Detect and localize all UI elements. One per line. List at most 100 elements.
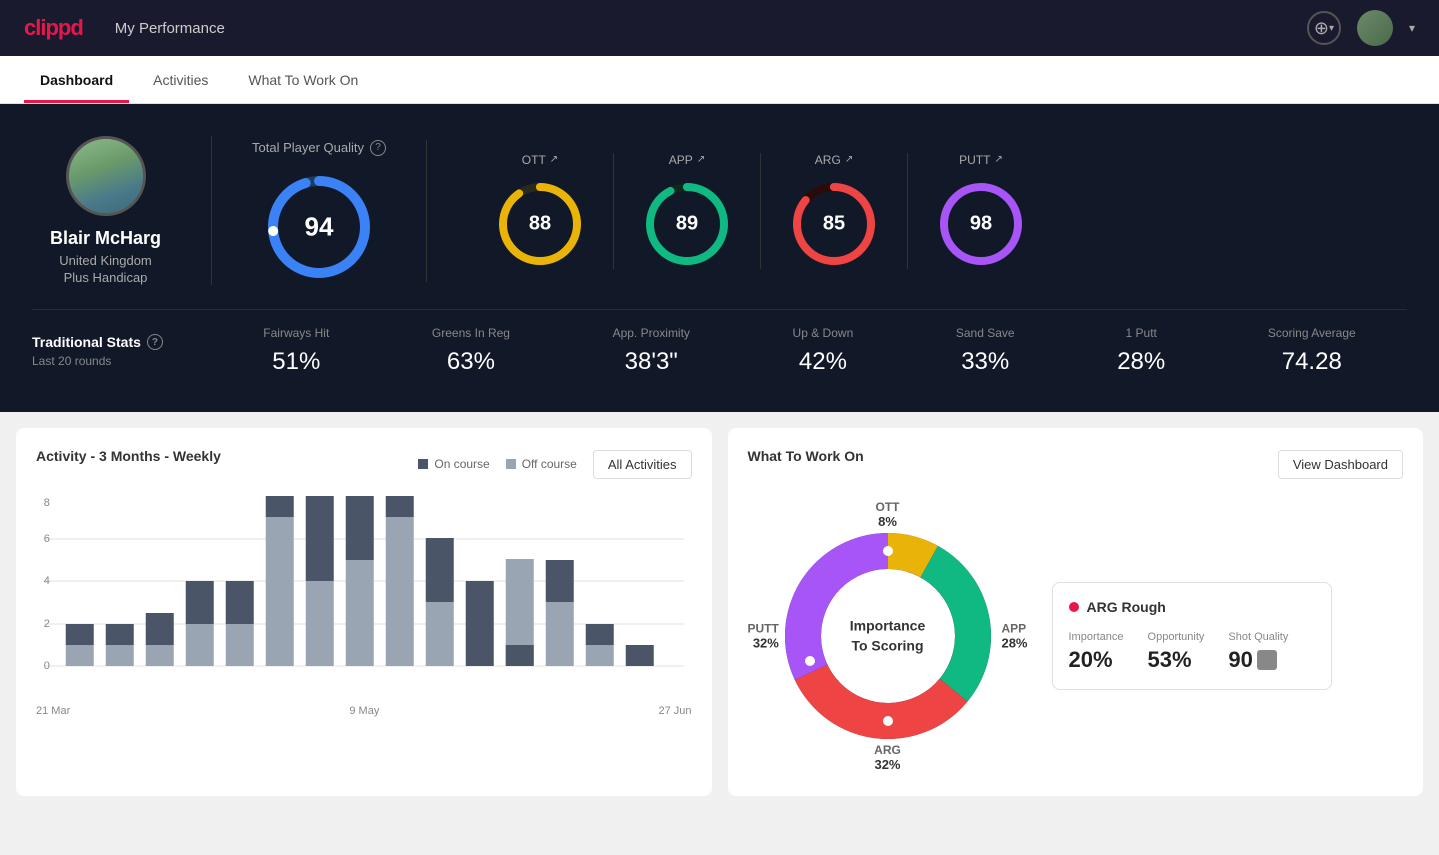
metric-app-label: APP ↗: [669, 153, 705, 167]
view-dashboard-button[interactable]: View Dashboard: [1278, 450, 1403, 479]
info-importance: Importance 20%: [1069, 631, 1124, 673]
stat-scoring-value: 74.28: [1282, 348, 1342, 376]
metric-putt-label: PUTT ↗: [959, 153, 1003, 167]
stat-sandsave-label: Sand Save: [956, 326, 1015, 340]
activity-panel: Activity - 3 Months - Weekly On course O…: [16, 428, 712, 796]
total-quality: Total Player Quality ? 94: [252, 140, 427, 282]
stat-sandsave-value: 33%: [961, 348, 1009, 376]
player-info: Blair McHarg United Kingdom Plus Handica…: [32, 136, 212, 285]
trad-stats-subtitle: Last 20 rounds: [32, 354, 212, 368]
bottom-row: Activity - 3 Months - Weekly On course O…: [0, 412, 1439, 812]
metric-arg: ARG ↗ 85: [761, 153, 908, 269]
donut-svg: [748, 496, 1028, 776]
plus-icon: ⊕: [1314, 18, 1329, 39]
stat-fairways: Fairways Hit 51%: [263, 326, 329, 376]
player-handicap: Plus Handicap: [64, 270, 148, 285]
help-icon[interactable]: ?: [370, 140, 386, 156]
all-activities-button[interactable]: All Activities: [593, 450, 692, 479]
chart-label-jun: 27 Jun: [658, 705, 691, 717]
stat-proximity-label: App. Proximity: [613, 326, 690, 340]
add-button[interactable]: ⊕ ▾: [1307, 11, 1341, 45]
donut-chart-area: ImportanceTo Scoring OTT 8% APP 28% ARG …: [748, 496, 1028, 776]
ott-segment-label: OTT 8%: [876, 500, 900, 529]
metric-app: APP ↗ 89: [614, 153, 761, 269]
metric-arg-label: ARG ↗: [815, 153, 853, 167]
header-actions: ⊕ ▾ ▾: [1307, 10, 1415, 46]
player-name: Blair McHarg: [50, 228, 161, 249]
player-avatar: [66, 136, 146, 216]
metric-ott: OTT ↗ 88: [467, 153, 614, 269]
stat-scoring: Scoring Average 74.28: [1268, 326, 1356, 376]
ott-value: 88: [529, 212, 551, 235]
what-to-work-on-panel: What To Work On View Dashboard: [728, 428, 1424, 796]
importance-label: Importance: [1069, 631, 1124, 643]
arg-segment-label: ARG 32%: [874, 743, 901, 772]
stat-fairways-value: 51%: [272, 348, 320, 376]
header: clippd My Performance ⊕ ▾ ▾: [0, 0, 1439, 56]
ott-gauge: 88: [495, 179, 585, 269]
off-course-dot: [506, 459, 516, 469]
importance-value: 20%: [1069, 647, 1124, 673]
ott-trend-icon: ↗: [550, 154, 558, 165]
arg-trend-icon: ↗: [845, 154, 853, 165]
on-course-dot: [418, 459, 428, 469]
metric-putt: PUTT ↗ 98: [908, 153, 1054, 269]
svg-text:4: 4: [44, 575, 50, 587]
avatar-image: [69, 136, 143, 216]
activity-legend: On course Off course: [418, 457, 577, 471]
total-quality-gauge: 94: [264, 172, 374, 282]
app-gauge: 89: [642, 179, 732, 269]
stat-1putt-label: 1 Putt: [1126, 326, 1157, 340]
avatar: [1357, 10, 1393, 46]
stat-items: Fairways Hit 51% Greens In Reg 63% App. …: [212, 326, 1407, 376]
trad-stats-title: Traditional Stats ?: [32, 334, 212, 350]
total-quality-value: 94: [305, 211, 334, 242]
chevron-down-icon: ▾: [1329, 23, 1334, 34]
trad-help-icon[interactable]: ?: [147, 334, 163, 350]
nav-tabs: Dashboard Activities What To Work On: [0, 56, 1439, 104]
stat-sandsave: Sand Save 33%: [956, 326, 1015, 376]
player-country: United Kingdom: [59, 253, 152, 268]
arg-value: 85: [823, 212, 845, 235]
traditional-stats: Traditional Stats ? Last 20 rounds Fairw…: [32, 309, 1407, 376]
app-trend-icon: ↗: [697, 154, 705, 165]
avatar-chevron-icon: ▾: [1409, 21, 1415, 35]
putt-segment-label: PUTT 32%: [748, 622, 779, 651]
stat-scoring-label: Scoring Average: [1268, 326, 1356, 340]
tab-dashboard[interactable]: Dashboard: [24, 60, 129, 103]
arg-gauge: 85: [789, 179, 879, 269]
stat-updown-label: Up & Down: [793, 326, 854, 340]
quality-box-icon: [1257, 650, 1277, 670]
app-value: 89: [676, 212, 698, 235]
chart-area: 0 2 4 6 8: [36, 496, 692, 716]
opportunity-value: 53%: [1148, 647, 1205, 673]
app-segment-label: APP 28%: [1001, 622, 1027, 651]
tab-activities[interactable]: Activities: [137, 60, 224, 103]
total-quality-label: Total Player Quality ?: [252, 140, 386, 156]
stat-gir-value: 63%: [447, 348, 495, 376]
chart-label-mar: 21 Mar: [36, 705, 70, 717]
info-metrics: Importance 20% Opportunity 53% Shot Qual…: [1069, 631, 1315, 673]
svg-text:8: 8: [44, 497, 50, 509]
info-shot-quality: Shot Quality 90: [1228, 631, 1288, 673]
stat-1putt: 1 Putt 28%: [1117, 326, 1165, 376]
avatar-button[interactable]: [1357, 10, 1393, 46]
activity-chart-svg: 0 2 4 6 8: [36, 496, 692, 696]
tab-what-to-work-on[interactable]: What To Work On: [232, 60, 374, 103]
quality-section: Total Player Quality ? 94 OT: [212, 140, 1407, 282]
wtwo-header: What To Work On View Dashboard: [748, 448, 1404, 480]
stat-proximity-value: 38'3": [625, 348, 678, 376]
stat-updown: Up & Down 42%: [793, 326, 854, 376]
wtwo-content: ImportanceTo Scoring OTT 8% APP 28% ARG …: [748, 496, 1404, 776]
logo-text: clippd: [24, 15, 83, 40]
red-dot-icon: [1069, 602, 1079, 612]
metric-gauges: OTT ↗ 88 APP ↗: [427, 153, 1407, 269]
metric-ott-label: OTT ↗: [522, 153, 558, 167]
putt-gauge: 98: [936, 179, 1026, 269]
svg-text:2: 2: [44, 618, 50, 630]
svg-text:6: 6: [44, 533, 50, 545]
info-card-title: ARG Rough: [1069, 599, 1315, 615]
activity-header: Activity - 3 Months - Weekly On course O…: [36, 448, 692, 480]
putt-trend-icon: ↗: [994, 154, 1002, 165]
stat-fairways-label: Fairways Hit: [263, 326, 329, 340]
